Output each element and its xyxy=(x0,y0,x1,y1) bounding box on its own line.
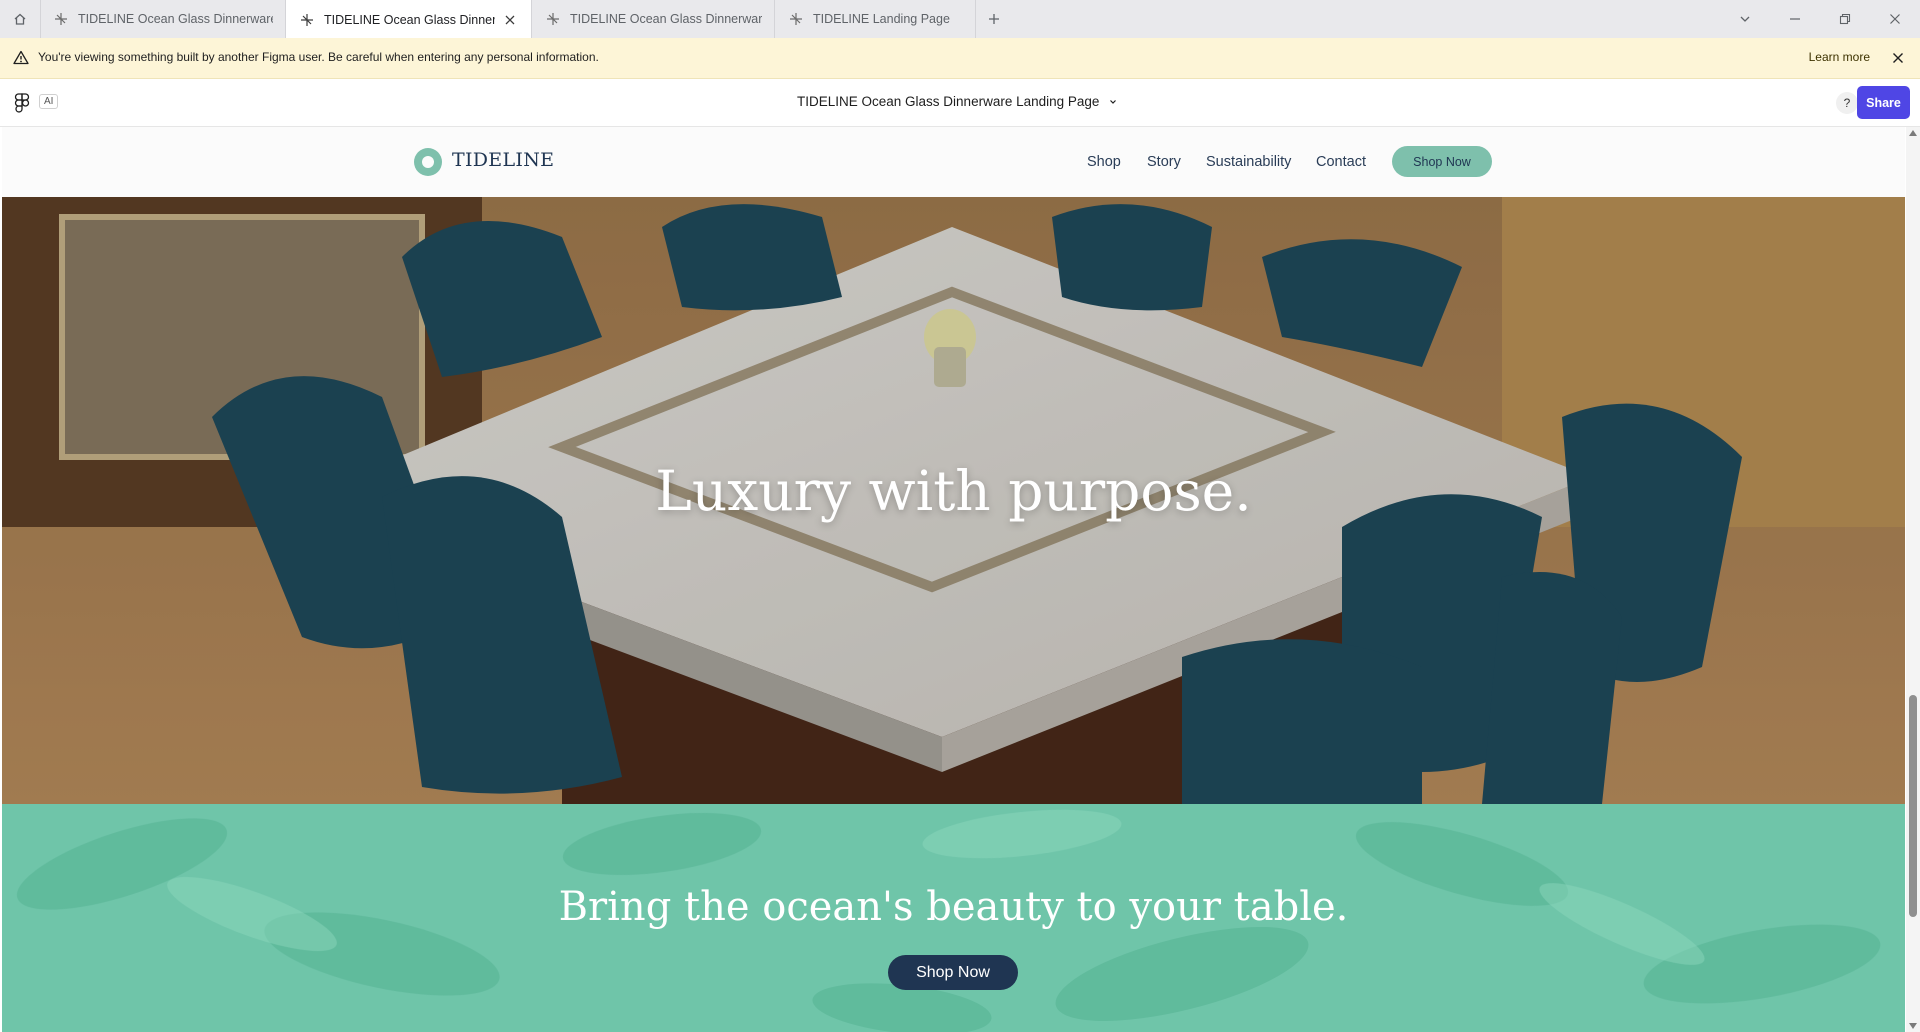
nav-link-story[interactable]: Story xyxy=(1147,154,1181,170)
browser-tab[interactable]: TIDELINE Landing Page xyxy=(775,0,976,38)
close-icon xyxy=(505,15,515,24)
home-icon xyxy=(14,13,26,25)
file-title-menu[interactable]: TIDELINE Ocean Glass Dinnerware Landing … xyxy=(797,94,1117,109)
browser-tab-strip: TIDELINE Ocean Glass Dinnerware La TIDEL… xyxy=(0,0,1920,39)
hero-section: Luxury with purpose. xyxy=(2,197,1905,804)
prototype-canvas: TIDELINE Shop Story Sustainability Conta… xyxy=(2,127,1905,1032)
brand-name[interactable]: TIDELINE xyxy=(452,149,554,171)
banner-close-button[interactable] xyxy=(1888,48,1908,68)
close-icon xyxy=(1893,53,1903,63)
vertical-scrollbar[interactable] xyxy=(1906,127,1920,1032)
figma-prototype-icon xyxy=(301,13,313,26)
tab-list-button[interactable] xyxy=(1720,0,1770,38)
browser-tab[interactable]: TIDELINE Ocean Glass Dinnerware St xyxy=(532,0,775,38)
nav-link-shop[interactable]: Shop xyxy=(1087,154,1121,170)
brand-logo-icon[interactable] xyxy=(414,148,442,176)
nav-link-sustainability[interactable]: Sustainability xyxy=(1206,154,1291,170)
plus-icon xyxy=(989,14,999,24)
home-tab[interactable] xyxy=(0,0,41,38)
tab-title: TIDELINE Ocean Glass Dinnerware St xyxy=(570,12,762,26)
banner-message: You're viewing something built by anothe… xyxy=(38,50,599,64)
figma-toolbar: AI TIDELINE Ocean Glass Dinnerware Landi… xyxy=(0,79,1920,127)
minimize-button[interactable] xyxy=(1770,0,1820,38)
chevron-down-icon xyxy=(1110,99,1117,104)
cta-heading: Bring the ocean's beauty to your table. xyxy=(558,884,1349,930)
hero-heading: Luxury with purpose. xyxy=(655,459,1252,523)
figma-logo-icon[interactable] xyxy=(14,93,30,113)
tab-title: TIDELINE Ocean Glass Dinnerwa xyxy=(324,12,495,27)
tab-title: TIDELINE Ocean Glass Dinnerware La xyxy=(78,12,273,26)
cta-shop-now-button[interactable]: Shop Now xyxy=(888,955,1018,990)
scroll-up-arrow-icon[interactable] xyxy=(1909,130,1917,136)
share-button[interactable]: Share xyxy=(1857,86,1910,119)
restore-icon xyxy=(1839,13,1851,25)
tab-close-button[interactable] xyxy=(501,11,519,29)
window-close-button[interactable] xyxy=(1870,0,1920,38)
file-title: TIDELINE Ocean Glass Dinnerware Landing … xyxy=(797,94,1100,109)
cta-section: Bring the ocean's beauty to your table. … xyxy=(2,804,1905,1032)
browser-tab[interactable]: TIDELINE Ocean Glass Dinnerware La xyxy=(40,0,286,38)
nav-shop-now-button[interactable]: Shop Now xyxy=(1392,146,1492,177)
figma-prototype-icon xyxy=(790,13,802,25)
restore-button[interactable] xyxy=(1820,0,1870,38)
figma-prototype-icon xyxy=(55,13,67,25)
help-button[interactable]: ? xyxy=(1836,92,1858,114)
chevron-down-icon xyxy=(1740,16,1750,22)
close-icon xyxy=(1890,14,1900,24)
warning-icon xyxy=(13,50,29,65)
site-navbar: TIDELINE Shop Story Sustainability Conta… xyxy=(2,127,1905,198)
ai-badge[interactable]: AI xyxy=(39,94,59,109)
security-warning-banner: You're viewing something built by anothe… xyxy=(0,38,1920,79)
figma-prototype-icon xyxy=(547,13,559,25)
scrollbar-thumb[interactable] xyxy=(1909,695,1917,917)
tab-title: TIDELINE Landing Page xyxy=(813,12,950,26)
browser-tab-active[interactable]: TIDELINE Ocean Glass Dinnerwa xyxy=(286,0,532,39)
scroll-down-arrow-icon[interactable] xyxy=(1909,1023,1917,1029)
nav-link-contact[interactable]: Contact xyxy=(1316,154,1366,170)
minimize-icon xyxy=(1790,18,1800,20)
new-tab-button[interactable] xyxy=(980,0,1008,38)
learn-more-link[interactable]: Learn more xyxy=(1809,50,1870,64)
